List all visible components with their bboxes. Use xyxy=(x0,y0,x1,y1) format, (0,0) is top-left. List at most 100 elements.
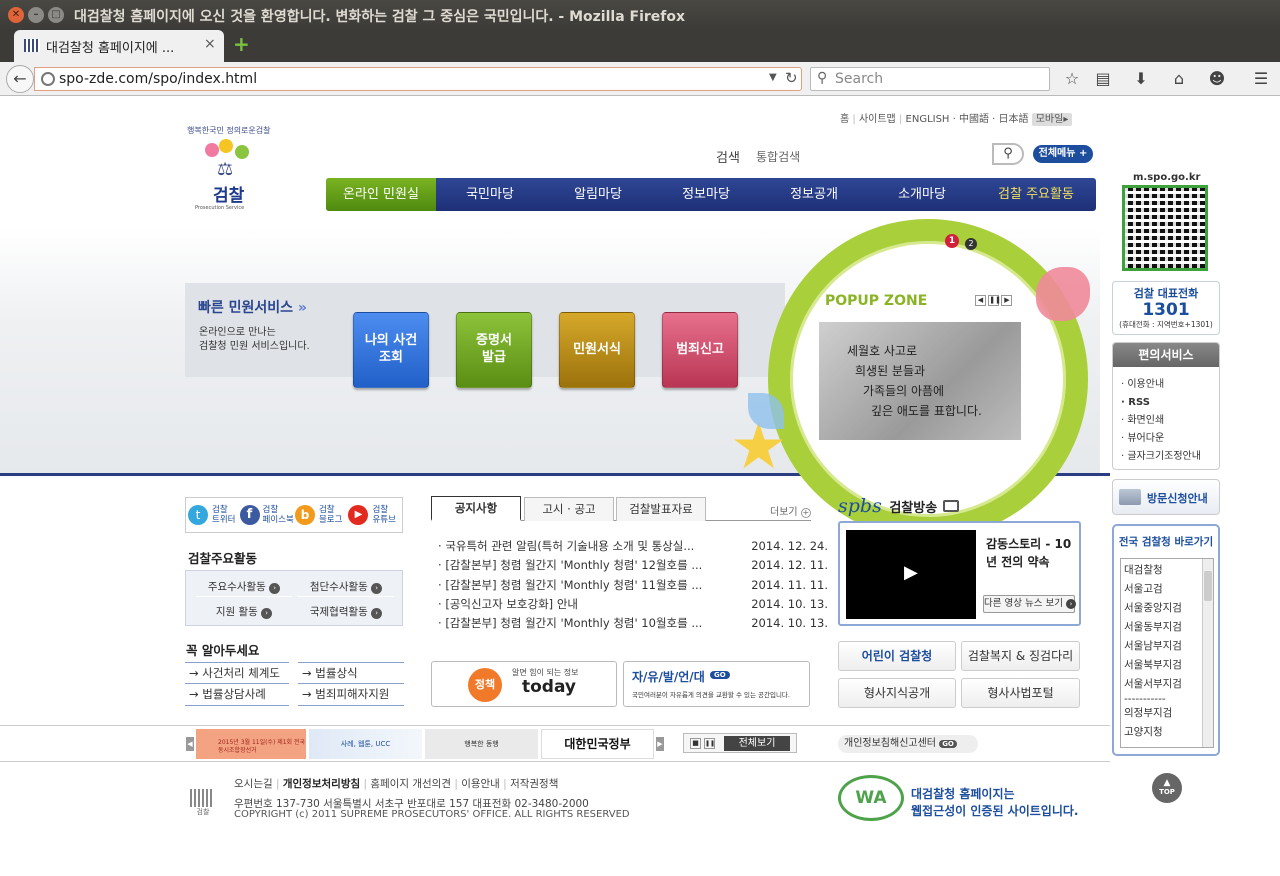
address-bar[interactable]: spo-zde.com/spo/index.html ▼ ↻ xyxy=(34,67,802,91)
policy-today-banner[interactable]: 정책 알면 힘이 되는 정보 today xyxy=(431,661,617,707)
office-item[interactable]: 서울남부지검 xyxy=(1124,637,1213,656)
browser-tab[interactable]: 대검찰청 홈페이지에 ... × xyxy=(14,30,224,62)
menu-icon[interactable]: ☰ xyxy=(1248,66,1274,92)
popup-image[interactable]: 세월호 사고로 희생된 분들과 가족들의 아픔에 깊은 애도를 표합니다. xyxy=(819,322,1021,440)
reload-icon[interactable]: ↻ xyxy=(785,69,798,87)
back-button[interactable]: ← xyxy=(6,65,34,93)
new-tab-icon[interactable]: + xyxy=(233,32,250,56)
criminal-knowledge-button[interactable]: 형사지식공개 xyxy=(838,678,956,708)
blog-link[interactable]: b 검찰 블로그 xyxy=(294,498,349,532)
tab-notice[interactable]: 공지사항 xyxy=(431,496,521,521)
activity-link[interactable]: 주요수사활동 › xyxy=(196,577,292,597)
companion-banner[interactable]: 행복한 동행 xyxy=(425,729,538,759)
web-accessibility-badge[interactable]: WA xyxy=(838,775,904,821)
popup-next-icon[interactable]: ▶ xyxy=(1001,295,1013,306)
certificate-button[interactable]: 증명서 발급 xyxy=(456,312,532,388)
popup-page-1[interactable]: 1 xyxy=(945,234,959,248)
kids-prosecution-button[interactable]: 어린이 검찰청 xyxy=(838,641,956,671)
election-banner[interactable]: 2015년 3월 11일(수) 제1회 전국동시조합장선거 xyxy=(196,729,306,759)
video-player[interactable]: ▶ xyxy=(846,530,976,619)
gnb-item-activities[interactable]: 검찰 주요활동 xyxy=(976,178,1096,211)
view-all-button[interactable]: 전체보기 xyxy=(724,736,790,751)
download-icon[interactable]: ⬇ xyxy=(1128,66,1154,92)
convenience-item[interactable]: · 화면인쇄 xyxy=(1121,412,1219,430)
gnb-item-intro[interactable]: 소개마당 xyxy=(868,178,976,211)
office-item[interactable]: 고양지청 xyxy=(1124,723,1213,742)
footer-link[interactable]: 저작권정책 xyxy=(510,778,558,790)
banner-prev-icon[interactable]: ◀ xyxy=(186,737,194,751)
gnb-item-disclosure[interactable]: 정보공개 xyxy=(760,178,868,211)
activity-link[interactable]: 첨단수사활동 › xyxy=(298,577,394,597)
news-item[interactable]: · [감찰본부] 청렴 월간지 'Monthly 청렴' 11월호를 ... 20… xyxy=(438,576,828,595)
must-know-link[interactable]: → 법률상식 xyxy=(298,662,404,684)
footer-link[interactable]: 오시는길 xyxy=(234,778,273,790)
privacy-report-link[interactable]: 개인정보침해신고센터 GO xyxy=(838,735,978,753)
footer-link[interactable]: 이용안내 xyxy=(461,778,500,790)
my-case-button[interactable]: 나의 사건 조회 xyxy=(353,312,429,388)
free-speech-banner[interactable]: 자/유/발/언/대 GO 국민여러분이 자유롭게 의견을 교환할 수 있는 공간… xyxy=(623,661,810,707)
gnb-item-notice[interactable]: 알림마당 xyxy=(544,178,652,211)
must-know-link[interactable]: → 범죄피해자지원 xyxy=(298,684,404,706)
more-video-button[interactable]: 다른 영상 뉴스 보기 › xyxy=(983,595,1077,613)
minimize-window-icon[interactable]: – xyxy=(28,7,44,23)
office-item[interactable]: 서울고검 xyxy=(1124,580,1213,599)
top-button[interactable]: ▲ TOP xyxy=(1152,773,1182,803)
search-bar[interactable]: ⚲ Search xyxy=(810,67,1050,91)
facebook-link[interactable]: f 검찰 페이스북 xyxy=(239,498,295,532)
twitter-link[interactable]: t 검찰 트위터 xyxy=(186,498,240,532)
tab-announcement[interactable]: 고시 · 공고 xyxy=(524,497,614,521)
convenience-item[interactable]: · 뷰어다운 xyxy=(1121,430,1219,448)
office-shortcut-list[interactable]: 대검찰청 서울고검 서울중앙지검 서울동부지검 서울남부지검 서울북부지검 서울… xyxy=(1120,558,1214,748)
office-item[interactable]: 대검찰청 xyxy=(1124,561,1213,580)
office-item[interactable]: 서울동부지검 xyxy=(1124,618,1213,637)
government-banner[interactable]: 대한민국정부 xyxy=(541,729,654,759)
chinese-link[interactable]: 中國語 xyxy=(959,114,989,125)
activity-link[interactable]: 국제협력활동 › xyxy=(298,602,394,622)
mobile-link[interactable]: 모바일▸ xyxy=(1031,113,1073,126)
visit-button[interactable]: 방문신청안내 xyxy=(1112,479,1220,515)
gnb-item-online[interactable]: 온라인 민원실 xyxy=(326,178,436,211)
reading-list-icon[interactable]: ▤ xyxy=(1090,66,1116,92)
news-item[interactable]: · [감찰본부] 청렴 월간지 'Monthly 청렴' 10월호를 ... 20… xyxy=(438,614,828,633)
news-item[interactable]: · [감찰본부] 청렴 월간지 'Monthly 청렴' 12월호를 ... 20… xyxy=(438,556,828,575)
maximize-window-icon[interactable]: □ xyxy=(48,7,64,23)
url-text[interactable]: spo-zde.com/spo/index.html xyxy=(59,71,257,87)
tab-close-icon[interactable]: × xyxy=(204,36,216,52)
ucc-banner[interactable]: 사례, 웹툰, UCC xyxy=(309,729,422,759)
criminal-justice-portal-button[interactable]: 형사사법포털 xyxy=(961,678,1080,708)
footer-link-privacy[interactable]: 개인정보처리방침 xyxy=(283,778,360,790)
close-window-icon[interactable]: ✕ xyxy=(8,7,24,23)
gnb-item-public[interactable]: 국민마당 xyxy=(436,178,544,211)
chat-icon[interactable]: ☻ xyxy=(1204,66,1230,92)
tab-press[interactable]: 검찰발표자료 xyxy=(616,497,706,521)
gnb-item-info[interactable]: 정보마당 xyxy=(652,178,760,211)
convenience-item[interactable]: · 이용안내 xyxy=(1121,376,1219,394)
must-know-link[interactable]: → 사건처리 체계도 xyxy=(185,662,289,684)
office-item[interactable]: 의정부지검 xyxy=(1124,704,1213,723)
convenience-item[interactable]: · 글자크기조정안내 xyxy=(1121,448,1219,466)
banner-pause-icon[interactable]: ❚❚ xyxy=(704,738,715,749)
footer-link[interactable]: 홈페이지 개선의견 xyxy=(370,778,451,790)
search-placeholder[interactable]: Search xyxy=(835,71,883,87)
search-option[interactable]: 통합검색 xyxy=(756,148,800,165)
office-scrollbar-thumb[interactable] xyxy=(1204,571,1212,601)
convenience-item[interactable]: · RSS xyxy=(1121,394,1219,412)
news-more-link[interactable]: 더보기 + xyxy=(770,503,811,518)
home-icon[interactable]: ⌂ xyxy=(1166,66,1192,92)
popup-page-2[interactable]: 2 xyxy=(965,238,977,250)
office-item[interactable]: 서울중앙지검 xyxy=(1124,599,1213,618)
play-icon[interactable]: ▶ xyxy=(904,562,918,583)
office-item[interactable]: 서울서부지검 xyxy=(1124,675,1213,694)
japanese-link[interactable]: 日本語 xyxy=(999,114,1029,125)
home-link[interactable]: 홈 xyxy=(840,114,849,125)
logo[interactable]: 행복한국민 정의로운검찰 ⚖ 검찰 Prosecution Service xyxy=(185,117,285,217)
activity-link[interactable]: 지원 활동 › xyxy=(196,602,292,622)
site-search-input[interactable]: ⚲ xyxy=(992,143,1024,165)
sitemap-link[interactable]: 사이트맵 xyxy=(859,114,896,125)
youtube-link[interactable]: ▶ 검찰 유튜브 xyxy=(348,498,402,532)
welfare-button[interactable]: 검찰복지 & 징검다리 xyxy=(961,641,1080,671)
banner-next-icon[interactable]: ▶ xyxy=(656,737,664,751)
popup-prev-icon[interactable]: ◀ xyxy=(975,295,986,306)
dropdown-arrow-icon[interactable]: ▼ xyxy=(769,72,777,83)
banner-stop-icon[interactable]: ■ xyxy=(690,738,701,749)
